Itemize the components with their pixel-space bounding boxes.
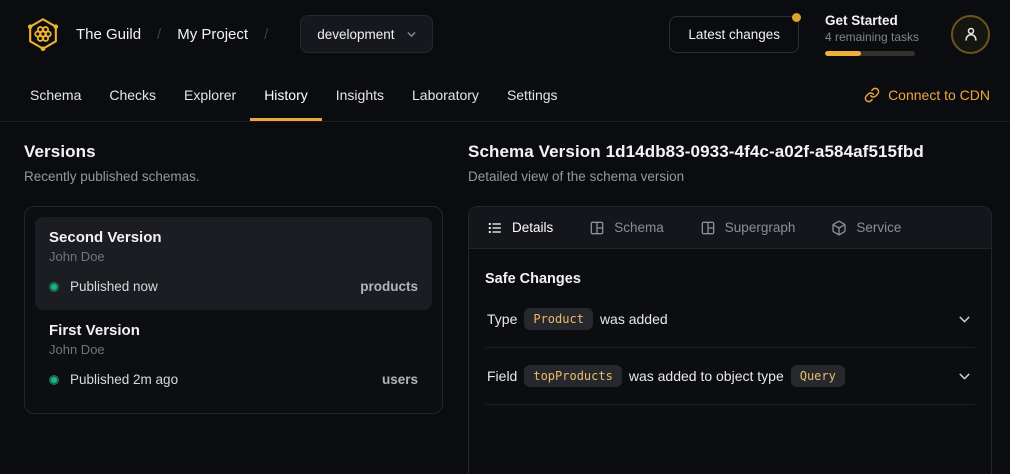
version-name: Second Version (49, 229, 418, 246)
detail-tab-details[interactable]: Details (487, 220, 553, 236)
version-detail-tabs: Details Schema Supergraph Service (469, 207, 991, 249)
versions-list: Second Version John Doe Published now produ… (24, 206, 443, 414)
main-nav: SchemaChecksExplorerHistoryInsightsLabor… (0, 68, 1010, 122)
change-text: was added to object type (629, 368, 784, 384)
user-icon (962, 25, 980, 43)
detail-tab-schema[interactable]: Schema (589, 220, 664, 236)
version-list-item[interactable]: Second Version John Doe Published now produ… (35, 217, 432, 310)
nav-tab-checks[interactable]: Checks (95, 68, 170, 121)
hive-logo-icon[interactable] (24, 15, 62, 53)
version-detail-panel: Schema Version 1d14db83-0933-4f4c-a02f-a… (468, 142, 992, 474)
version-name: First Version (49, 322, 418, 339)
change-description: Type Product was added (487, 308, 668, 330)
connect-to-cdn-link[interactable]: Connect to CDN (864, 68, 990, 121)
detail-tab-label: Details (512, 220, 553, 235)
version-author: John Doe (49, 249, 418, 264)
change-row[interactable]: Field topProducts was added to object type… (485, 348, 975, 405)
versions-panel: Versions Recently published schemas. Sec… (24, 142, 443, 474)
code-badge: topProducts (524, 365, 621, 387)
app-header: The Guild / My Project / development Lat… (0, 0, 1010, 68)
code-badge: Query (791, 365, 845, 387)
cube-icon (831, 220, 847, 236)
version-service: users (382, 372, 418, 387)
version-author: John Doe (49, 342, 418, 357)
get-started-title: Get Started (825, 13, 925, 28)
safe-changes-title: Safe Changes (485, 271, 975, 287)
versions-subtitle: Recently published schemas. (24, 169, 443, 184)
version-list-item[interactable]: First Version John Doe Published 2m ago use… (35, 310, 432, 403)
breadcrumb-org[interactable]: The Guild (76, 26, 141, 43)
columns-icon (589, 220, 605, 236)
nav-tab-insights[interactable]: Insights (322, 68, 398, 121)
version-detail-subtitle: Detailed view of the schema version (468, 169, 992, 184)
changes-list: Type Product was added Field topProducts was … (485, 291, 975, 405)
notification-dot (792, 13, 801, 22)
change-description: Field topProducts was added to object type… (487, 365, 852, 387)
breadcrumb-separator: / (155, 26, 163, 43)
code-badge: Product (524, 308, 593, 330)
list-icon (487, 220, 503, 236)
chevron-down-icon (405, 28, 418, 41)
breadcrumb-project[interactable]: My Project (177, 26, 248, 43)
main-content: Versions Recently published schemas. Sec… (0, 122, 1010, 474)
detail-tab-service[interactable]: Service (831, 220, 901, 236)
detail-tab-supergraph[interactable]: Supergraph (700, 220, 796, 236)
published-status-icon (49, 375, 59, 385)
breadcrumb-separator: / (262, 26, 270, 43)
published-status-icon (49, 282, 59, 292)
get-started-widget[interactable]: Get Started 4 remaining tasks (825, 13, 925, 56)
get-started-subtitle: 4 remaining tasks (825, 30, 925, 44)
versions-title: Versions (24, 142, 443, 162)
columns-icon (700, 220, 716, 236)
get-started-progressbar (825, 51, 915, 56)
get-started-progress-fill (825, 51, 861, 56)
connect-to-cdn-label: Connect to CDN (888, 87, 990, 103)
chevron-down-icon[interactable] (956, 311, 973, 328)
detail-tab-label: Schema (614, 220, 664, 235)
nav-tab-laboratory[interactable]: Laboratory (398, 68, 493, 121)
breadcrumb: The Guild / My Project / development (24, 15, 433, 53)
nav-tab-history[interactable]: History (250, 68, 322, 121)
change-row[interactable]: Type Product was added (485, 291, 975, 348)
version-detail-card: Details Schema Supergraph Service Safe Chan… (468, 206, 992, 474)
latest-changes-label: Latest changes (688, 27, 780, 42)
change-text: Field (487, 368, 517, 384)
version-service: products (360, 279, 418, 294)
nav-tab-explorer[interactable]: Explorer (170, 68, 250, 121)
latest-changes-button[interactable]: Latest changes (669, 16, 799, 53)
user-avatar[interactable] (951, 15, 990, 54)
change-text: Type (487, 311, 517, 327)
detail-tab-label: Service (856, 220, 901, 235)
version-detail-title: Schema Version 1d14db83-0933-4f4c-a02f-a… (468, 142, 992, 162)
nav-tab-settings[interactable]: Settings (493, 68, 572, 121)
target-select[interactable]: development (300, 15, 432, 53)
link-icon (864, 87, 880, 103)
nav-tab-schema[interactable]: Schema (16, 68, 95, 121)
detail-tab-label: Supergraph (725, 220, 796, 235)
chevron-down-icon[interactable] (956, 368, 973, 385)
version-detail-body: Safe Changes Type Product was added Fieldto… (469, 271, 991, 405)
version-status: Published 2m ago (70, 372, 178, 387)
change-text: was added (600, 311, 668, 327)
target-select-value: development (317, 27, 394, 42)
version-status: Published now (70, 279, 158, 294)
